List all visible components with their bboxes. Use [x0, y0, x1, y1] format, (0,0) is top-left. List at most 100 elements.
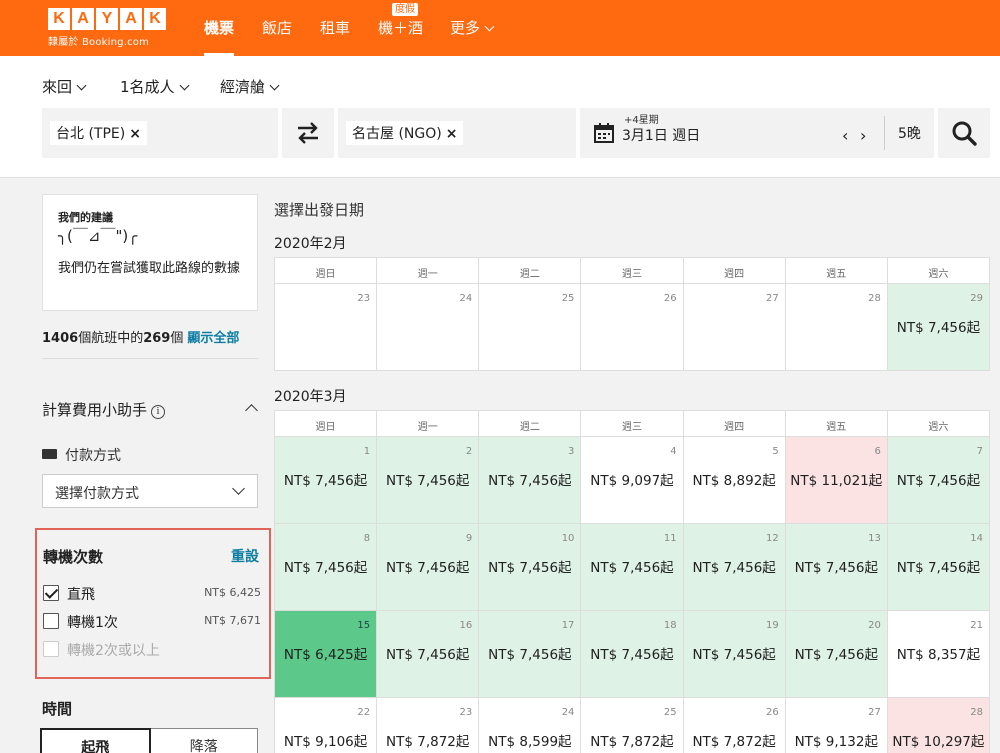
calendar-day-cell[interactable]: 20 NT$ 7,456起 [785, 611, 888, 698]
calendar-day-cell: 27 [683, 284, 786, 371]
search-button[interactable] [938, 108, 990, 158]
stop-option-one-stop[interactable]: 轉機1次 NT$ 7,671 [43, 612, 261, 632]
day-number: 21 [970, 620, 983, 631]
nonstop-checkbox[interactable] [43, 585, 59, 601]
day-number: 23 [459, 707, 473, 718]
calendar-day-cell[interactable]: 15 NT$ 6,425起 [275, 611, 378, 698]
remove-destination-icon[interactable]: × [446, 126, 458, 142]
calendar-day-cell[interactable]: 6 NT$ 11,021起 [785, 437, 888, 524]
nav-more[interactable]: 更多 [450, 17, 495, 38]
travelers-label: 1名成人 [120, 78, 175, 96]
calendar-day-cell[interactable]: 17 NT$ 7,456起 [479, 611, 582, 698]
chevron-up-icon[interactable] [245, 404, 258, 417]
day-price: NT$ 7,456起 [590, 647, 674, 663]
calendar-day-cell[interactable]: 26 NT$ 7,872起 [683, 698, 786, 753]
next-date-icon[interactable]: › [860, 126, 866, 145]
day-price: NT$ 7,456起 [692, 560, 776, 576]
weekday-label: 週二 [479, 258, 582, 284]
calendar-day-cell[interactable]: 16 NT$ 7,456起 [377, 611, 480, 698]
calendar-day-cell: 25 [479, 284, 582, 371]
kayak-logo[interactable]: K A Y A K 隸屬於 Booking.com [48, 8, 166, 48]
calendar-day-cell[interactable]: 9 NT$ 7,456起 [377, 524, 480, 611]
weekday-label: 週一 [377, 258, 480, 284]
chevron-down-icon [484, 21, 495, 32]
month-title: 2020年2月 [274, 236, 347, 252]
destination-chip: 名古屋 (NGO) × [346, 121, 464, 145]
tab-landing[interactable]: 降落 [150, 728, 258, 753]
calendar-day-cell[interactable]: 12 NT$ 7,456起 [683, 524, 786, 611]
calendar-day-cell[interactable]: 22 NT$ 9,106起 [275, 698, 378, 753]
show-all-link[interactable]: 顯示全部 [187, 331, 239, 346]
travelers-dropdown[interactable]: 1名成人 [120, 76, 189, 97]
trip-type-dropdown[interactable]: 來回 [42, 76, 87, 97]
swap-button[interactable] [282, 108, 334, 158]
calendar-week-row: 15 NT$ 6,425起 16 NT$ 7,456起 17 NT$ 7,456起 18 NT… [274, 611, 990, 698]
calendar-day-cell[interactable]: 3 NT$ 7,456起 [479, 437, 582, 524]
date-field[interactable]: +4星期 3月1日 週日 ‹ › 5晚 [580, 108, 934, 158]
weekday-label: 週四 [683, 258, 786, 284]
nav-packages[interactable]: 機＋酒 [378, 17, 423, 38]
day-number: 10 [561, 533, 575, 544]
calendar-day-cell[interactable]: 27 NT$ 9,132起 [785, 698, 888, 753]
payment-method-select[interactable]: 選擇付款方式 [42, 474, 258, 508]
destination-field[interactable]: 名古屋 (NGO) × [338, 108, 576, 158]
weekday-label: 週日 [275, 411, 378, 437]
departure-date: 3月1日 週日 [622, 128, 701, 144]
stops-reset-link[interactable]: 重設 [231, 546, 259, 566]
time-filter-tabs: 起飛 降落 [40, 728, 258, 753]
previous-date-icon[interactable]: ‹ [842, 126, 848, 145]
calendar-day-cell[interactable]: 1 NT$ 7,456起 [275, 437, 378, 524]
chevron-down-icon [232, 482, 245, 495]
weekday-label: 週三 [581, 411, 684, 437]
fee-helper-header[interactable]: 計算費用小助手 i [42, 399, 166, 420]
calendar-day-cell[interactable]: 25 NT$ 7,872起 [581, 698, 684, 753]
calendar-week-row: 23 24 25 26 27 28 29 NT$ 7,456起 [274, 284, 990, 371]
cabin-label: 經濟艙 [220, 78, 266, 96]
calendar-day-cell[interactable]: 14 NT$ 7,456起 [887, 524, 990, 611]
calendar-day-cell[interactable]: 4 NT$ 9,097起 [581, 437, 684, 524]
info-icon[interactable]: i [151, 405, 166, 419]
calendar-day-cell[interactable]: 23 NT$ 7,872起 [377, 698, 480, 753]
two-plus-stops-checkbox [43, 641, 59, 657]
logo-letter: A [120, 8, 142, 30]
calendar-day-cell[interactable]: 29 NT$ 7,456起 [887, 284, 990, 371]
calendar-day-cell[interactable]: 7 NT$ 7,456起 [887, 437, 990, 524]
calendar-day-cell[interactable]: 5 NT$ 8,892起 [683, 437, 786, 524]
calendar-day-cell[interactable]: 10 NT$ 7,456起 [479, 524, 582, 611]
day-price: NT$ 7,456起 [794, 560, 878, 576]
calendar-day-cell[interactable]: 8 NT$ 7,456起 [275, 524, 378, 611]
stop-option-label: 轉機1次 [67, 615, 118, 631]
calendar-day-cell[interactable]: 13 NT$ 7,456起 [785, 524, 888, 611]
calendar-day-cell[interactable]: 11 NT$ 7,456起 [581, 524, 684, 611]
suggestion-emoticon: ╮(￣⊿￣")╭ [58, 227, 138, 245]
calendar-day-cell: 24 [377, 284, 480, 371]
day-number: 12 [765, 533, 779, 544]
remove-origin-icon[interactable]: × [129, 126, 141, 142]
nav-hotels[interactable]: 飯店 [262, 17, 292, 38]
day-price: NT$ 9,132起 [794, 734, 878, 750]
day-price: NT$ 7,456起 [488, 647, 572, 663]
month-title: 2020年3月 [274, 389, 347, 405]
tab-takeoff[interactable]: 起飛 [40, 728, 151, 753]
origin-field[interactable]: 台北 (TPE) × [42, 108, 278, 158]
nights-count[interactable]: 5晚 [898, 123, 921, 143]
calendar-day-cell[interactable]: 2 NT$ 7,456起 [377, 437, 480, 524]
nav-flights[interactable]: 機票 [204, 17, 234, 38]
divider [42, 358, 258, 359]
day-price: NT$ 9,097起 [590, 473, 674, 489]
day-number: 29 [970, 293, 983, 304]
cabin-dropdown[interactable]: 經濟艙 [220, 76, 280, 97]
day-number: 13 [868, 533, 881, 544]
calendar-day-cell: 28 [785, 284, 888, 371]
calendar-day-cell[interactable]: 21 NT$ 8,357起 [887, 611, 990, 698]
calendar-day-cell[interactable]: 19 NT$ 7,456起 [683, 611, 786, 698]
day-price: NT$ 11,021起 [790, 473, 883, 489]
calendar-day-cell[interactable]: 18 NT$ 7,456起 [581, 611, 684, 698]
stops-filter: 轉機次數 重設 直飛 NT$ 6,425 轉機1次 NT$ 7,671 轉機2次… [35, 528, 271, 679]
nav-cars[interactable]: 租車 [320, 17, 350, 38]
stop-option-nonstop[interactable]: 直飛 NT$ 6,425 [43, 584, 261, 604]
calendar-day-cell[interactable]: 24 NT$ 8,599起 [479, 698, 582, 753]
day-number: 6 [874, 446, 881, 457]
calendar-day-cell[interactable]: 28 NT$ 10,297起 [887, 698, 990, 753]
one-stop-checkbox[interactable] [43, 613, 59, 629]
